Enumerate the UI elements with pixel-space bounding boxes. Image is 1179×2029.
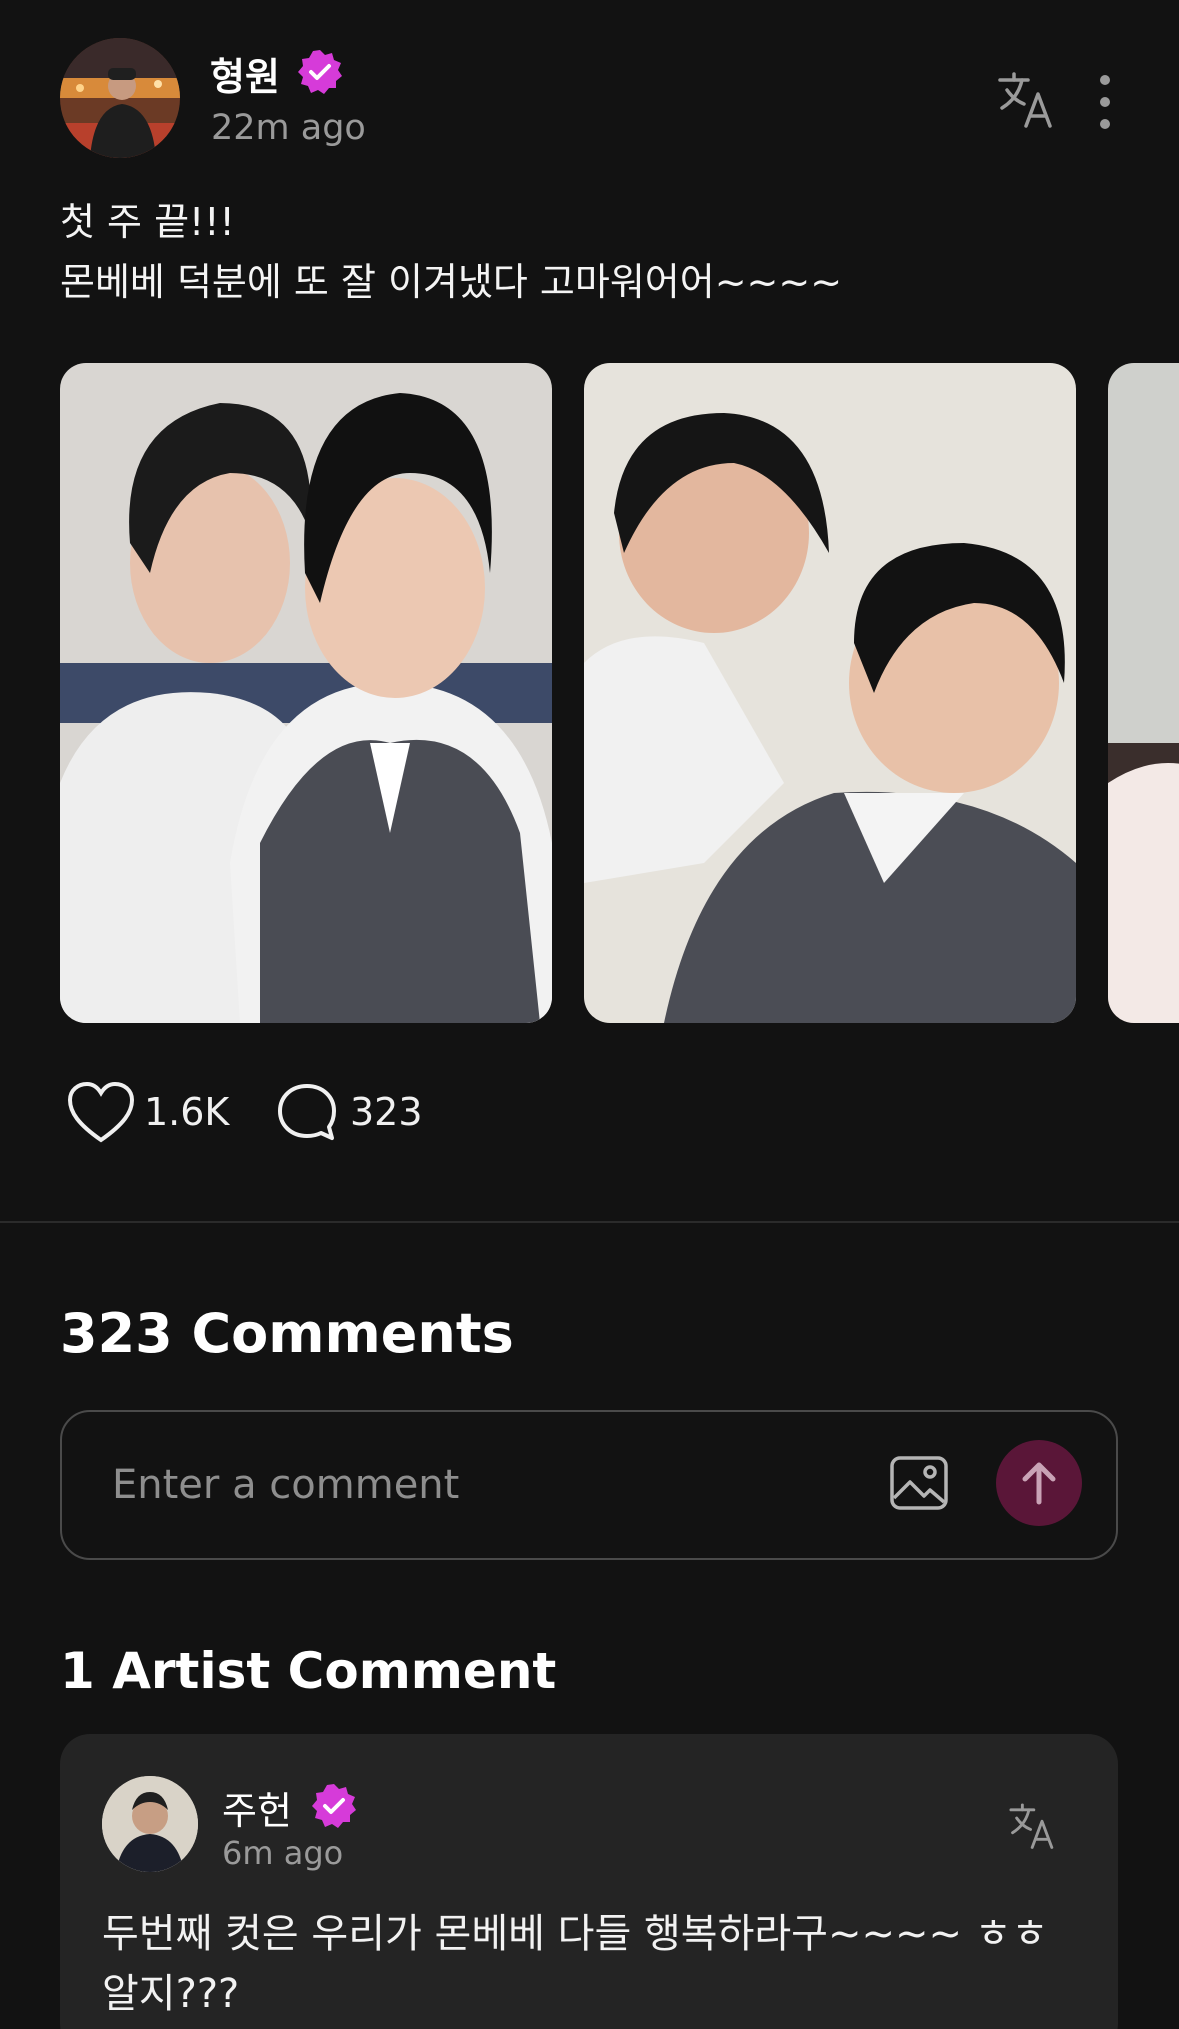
send-comment-button[interactable] <box>996 1440 1082 1526</box>
comment-input[interactable]: Enter a comment <box>60 1410 1118 1560</box>
arrow-up-icon <box>1022 1462 1056 1505</box>
section-divider <box>0 1221 1179 1223</box>
translate-icon <box>998 72 1052 128</box>
author-avatar[interactable] <box>60 38 180 158</box>
more-options-button[interactable] <box>1090 66 1120 132</box>
comment-placeholder: Enter a comment <box>112 1462 460 1508</box>
image-icon <box>890 1456 948 1510</box>
post-text: 첫 주 끝!!! 몬베베 덕분에 또 잘 이겨냈다 고마워어어~~~~ <box>60 192 1120 312</box>
post-text-line: 첫 주 끝!!! <box>60 200 235 244</box>
heart-icon <box>67 1081 135 1143</box>
comments-title: 323 Comments <box>60 1302 514 1365</box>
artist-comment-time: 6m ago <box>222 1834 344 1872</box>
comment-icon <box>278 1084 336 1140</box>
like-button[interactable]: 1.6K <box>66 1080 266 1146</box>
verified-icon <box>312 1784 356 1828</box>
translate-comment-button[interactable] <box>1006 1800 1060 1854</box>
post-text-line: 몬베베 덕분에 또 잘 이겨냈다 고마워어어~~~~ <box>60 260 843 304</box>
comment-button[interactable]: 323 <box>274 1080 444 1146</box>
more-vertical-icon <box>1100 75 1110 129</box>
like-count: 1.6K <box>144 1090 230 1134</box>
author-name[interactable]: 형원 <box>210 46 280 101</box>
artist-comment-text: 두번째 컷은 우리가 몬베베 다들 행복하라구~~~~ ㅎㅎ 알지??? <box>102 1911 1049 2017</box>
translate-button[interactable] <box>994 68 1060 134</box>
artist-comments-title: 1 Artist Comment <box>60 1642 557 1700</box>
post-photo[interactable] <box>1108 363 1179 1023</box>
artist-comment-card: 주헌 6m ago 두번째 컷은 우리가 몬베베 다들 행복하라구~~~~ ㅎㅎ… <box>60 1734 1118 2029</box>
photo-carousel[interactable] <box>60 363 1179 1023</box>
post-photo[interactable] <box>584 363 1076 1023</box>
artist-avatar[interactable] <box>102 1776 198 1872</box>
post-header: 형원 22m ago <box>60 38 1120 160</box>
attach-image-button[interactable] <box>888 1452 950 1514</box>
artist-comment-author[interactable]: 주헌 <box>222 1780 292 1835</box>
comment-count: 323 <box>350 1090 423 1134</box>
post-time: 22m ago <box>211 108 366 148</box>
verified-icon <box>298 50 342 94</box>
translate-icon <box>1009 1803 1054 1849</box>
post-photo[interactable] <box>60 363 552 1023</box>
